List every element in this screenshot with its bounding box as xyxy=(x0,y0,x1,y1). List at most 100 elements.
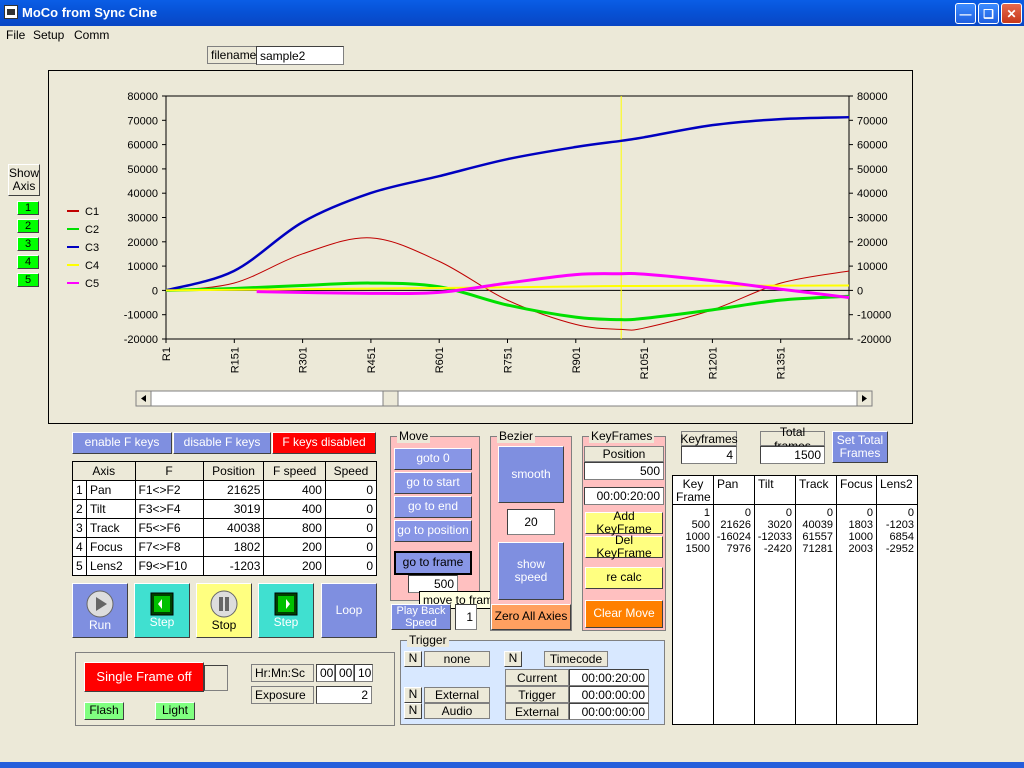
keyframe-cell: 0 xyxy=(744,507,751,519)
total-frames-field[interactable]: 1500 xyxy=(760,446,825,464)
legend-label: C3 xyxy=(85,242,99,254)
single-frame-toggle[interactable]: Single Frame off xyxy=(84,662,204,692)
kf-position-label: Position xyxy=(584,446,664,462)
set-total-frames-button[interactable]: Set Total Frames xyxy=(832,431,888,463)
kf-position-field[interactable]: 500 xyxy=(584,462,664,480)
audio-n-button[interactable]: N xyxy=(404,703,422,719)
axis-position-field[interactable]: 21625 xyxy=(202,480,265,500)
legend-label: C1 xyxy=(85,206,99,218)
axis-row-number: 3 xyxy=(72,518,87,538)
goto-position-button[interactable]: go to position xyxy=(394,520,472,542)
bezier-title: Bezier xyxy=(497,429,536,443)
loop-button[interactable]: Loop xyxy=(321,583,377,638)
axis-position-field[interactable]: 40038 xyxy=(202,518,265,538)
flash-button[interactable]: Flash xyxy=(84,702,124,720)
goto-zero-button[interactable]: goto 0 xyxy=(394,448,472,470)
fkeys-status: F keys disabled xyxy=(272,432,376,454)
step-forward-button[interactable]: Step xyxy=(258,583,314,638)
time-label: Hr:Mn:Sc xyxy=(251,664,314,682)
enable-fkeys-button[interactable]: enable F keys xyxy=(72,432,172,454)
maximize-button[interactable]: ❏ xyxy=(978,3,999,24)
light-button[interactable]: Light xyxy=(155,702,195,720)
hours-field[interactable]: 00 xyxy=(316,664,335,682)
menu-setup[interactable]: Setup xyxy=(33,28,64,42)
bezier-value-field[interactable]: 20 xyxy=(507,509,555,535)
legend-label: C5 xyxy=(85,278,99,290)
menu-file[interactable]: File xyxy=(6,28,25,42)
y-tick-label-left: 80000 xyxy=(127,91,158,103)
clear-move-button[interactable]: Clear Move xyxy=(585,600,663,628)
menu-bar: File Setup Comm xyxy=(0,26,1024,44)
goto-frame-button[interactable]: go to frame xyxy=(394,551,472,575)
playback-speed-field[interactable]: 1 xyxy=(455,604,477,630)
del-keyframe-button[interactable]: Del KeyFrame xyxy=(585,533,663,560)
minutes-field[interactable]: 00 xyxy=(335,664,354,682)
trigger-none-n-button[interactable]: N xyxy=(404,651,422,667)
stop-button[interactable]: Stop xyxy=(196,583,252,638)
close-button[interactable]: ✕ xyxy=(1001,3,1022,24)
playback-speed-label: Play Back Speed xyxy=(391,604,451,630)
filename-field[interactable]: sample2 xyxy=(256,46,344,65)
show-speed-button[interactable]: show speed xyxy=(498,542,564,600)
y-tick-label-left: 60000 xyxy=(127,140,158,152)
goto-start-button[interactable]: go to start xyxy=(394,472,472,494)
disable-fkeys-button[interactable]: disable F keys xyxy=(173,432,271,454)
axis-position-field[interactable]: 1802 xyxy=(202,537,265,557)
timecode-n-button[interactable]: N xyxy=(504,651,522,667)
position-header: Position xyxy=(202,461,265,481)
run-button[interactable]: Run xyxy=(72,583,128,638)
show-axis-3-button[interactable]: 3 xyxy=(17,237,39,251)
x-tick-label: R1051 xyxy=(639,347,651,379)
trigger-time-field[interactable]: 00:00:00:00 xyxy=(569,686,649,703)
axis-header: Axis xyxy=(72,461,136,481)
keyframe-cell: 1000 xyxy=(848,531,873,543)
y-tick-label-left: -10000 xyxy=(124,310,158,322)
step-forward-icon xyxy=(274,592,298,616)
axis-fspeed-field[interactable]: 200 xyxy=(263,537,326,557)
axis-fspeed-field[interactable]: 200 xyxy=(263,556,326,576)
axis-name: Focus xyxy=(86,537,136,557)
axis-fspeed-field[interactable]: 800 xyxy=(263,518,326,538)
show-axis-4-button[interactable]: 4 xyxy=(17,255,39,269)
external-label: External xyxy=(424,687,490,703)
keyframe-cell: 500 xyxy=(691,519,710,531)
show-axis-1-button[interactable]: 1 xyxy=(17,201,39,215)
show-axis-2-button[interactable]: 2 xyxy=(17,219,39,233)
goto-end-button[interactable]: go to end xyxy=(394,496,472,518)
external-n-button[interactable]: N xyxy=(404,687,422,703)
smooth-button[interactable]: smooth xyxy=(498,446,564,503)
x-tick-label: R751 xyxy=(503,347,515,373)
axis-row-number: 5 xyxy=(72,556,87,576)
keyframe-cell: 0 xyxy=(907,507,914,519)
seconds-field[interactable]: 10 xyxy=(354,664,373,682)
keyframes-count-label: Keyframes xyxy=(680,431,738,446)
keyframe-cell: 21626 xyxy=(720,519,751,531)
window-title: MoCo from Sync Cine xyxy=(22,5,158,20)
minimize-icon: — xyxy=(959,6,972,21)
axis-fkeys: F3<>F4 xyxy=(134,499,204,519)
keyframe-cell: 40039 xyxy=(802,519,833,531)
motion-chart[interactable]: 80000 80000 70000 70000 60000 60000 50000 50000… xyxy=(49,71,912,423)
step-back-button[interactable]: Step xyxy=(134,583,190,638)
axis-position-field[interactable]: -1203 xyxy=(202,556,265,576)
exposure-field[interactable]: 2 xyxy=(316,686,372,704)
axis-speed-field: 0 xyxy=(324,537,378,557)
show-axis-5-button[interactable]: 5 xyxy=(17,273,39,287)
axis-speed-field: 0 xyxy=(324,556,378,576)
keyframe-cell: 1000 xyxy=(685,531,710,543)
axis-position-field[interactable]: 3019 xyxy=(202,499,265,519)
axis-fspeed-field[interactable]: 400 xyxy=(263,480,326,500)
menu-comm[interactable]: Comm xyxy=(74,28,109,42)
x-tick-label: R901 xyxy=(571,347,583,373)
keyframe-column: Key Frame 1 500 1000 1500 xyxy=(672,475,714,725)
taskbar-strip xyxy=(0,762,1024,768)
y-tick-label-left: 20000 xyxy=(127,237,158,249)
add-keyframe-button[interactable]: Add KeyFrame xyxy=(585,509,663,536)
axis-row: 4 Focus F7<>F8 1802 200 0 xyxy=(72,537,378,557)
axis-fspeed-field[interactable]: 400 xyxy=(263,499,326,519)
keyframe-column: Tilt 0 3020 -12033 -2420 xyxy=(754,475,796,725)
minimize-button[interactable]: — xyxy=(955,3,976,24)
recalc-button[interactable]: re calc xyxy=(585,567,663,589)
zero-all-axes-button[interactable]: Zero All Axies xyxy=(491,604,571,630)
kf-time-field[interactable]: 00:00:20:00 xyxy=(584,487,664,505)
